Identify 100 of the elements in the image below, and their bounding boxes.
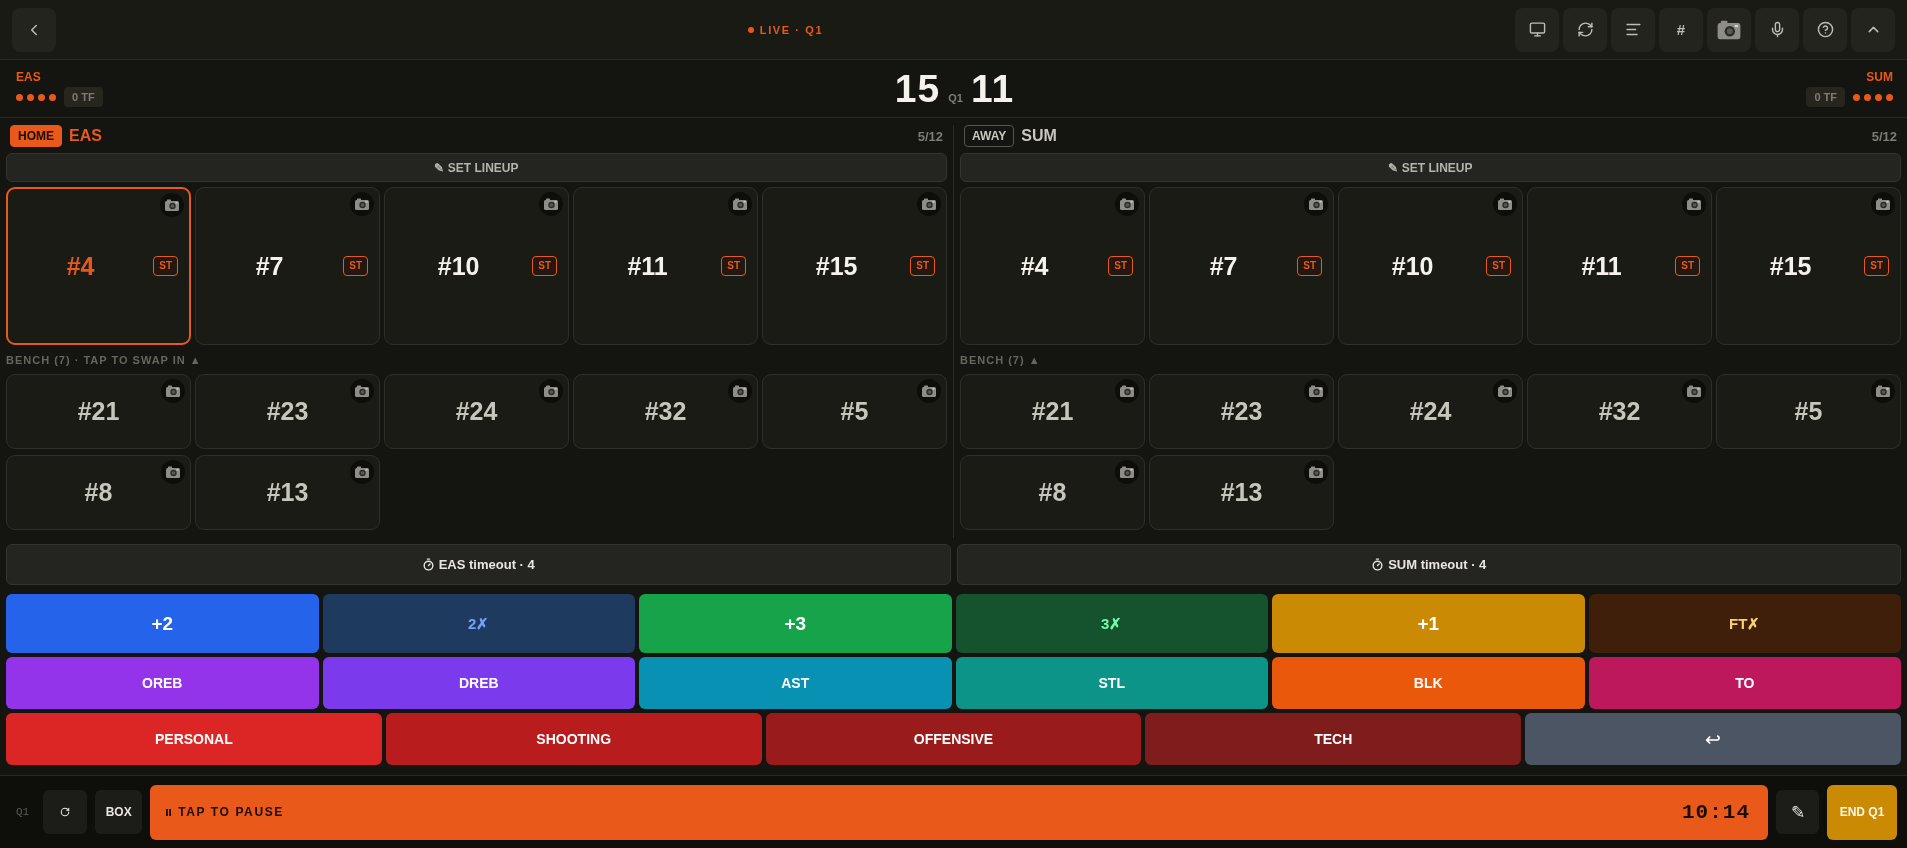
- timeout-button[interactable]: SUM timeout · 4: [956, 544, 1901, 585]
- camera-icon[interactable]: [728, 379, 752, 403]
- camera-icon[interactable]: [161, 379, 185, 403]
- stat-button[interactable]: DREB: [322, 657, 635, 709]
- camera-icon[interactable]: [917, 192, 941, 216]
- camera-icon[interactable]: [1304, 379, 1328, 403]
- camera-icon[interactable]: [917, 379, 941, 403]
- starter-tag: ST: [1486, 256, 1511, 276]
- undo-button[interactable]: ↩: [1525, 713, 1901, 765]
- starter-tag: ST: [1297, 256, 1322, 276]
- starter-tag: ST: [1675, 256, 1700, 276]
- set-lineup-button[interactable]: ✎ SET LINEUP: [6, 153, 947, 182]
- pause-icon: [166, 808, 172, 816]
- game-clock: 10:14: [1682, 800, 1750, 824]
- bench-player-tile[interactable]: #8: [960, 455, 1145, 530]
- foul-button[interactable]: SHOOTING: [385, 713, 762, 765]
- help-button[interactable]: [1803, 7, 1847, 52]
- bench-player-tile[interactable]: #21: [960, 374, 1145, 449]
- bench-player-tile[interactable]: #23: [195, 374, 380, 449]
- number-button[interactable]: #: [1659, 7, 1703, 52]
- player-tile[interactable]: #4 ST: [6, 187, 191, 345]
- bench-player-tile[interactable]: #23: [1149, 374, 1334, 449]
- bench-player-tile[interactable]: #21: [6, 374, 191, 449]
- camera-icon[interactable]: [1493, 192, 1517, 216]
- camera-icon[interactable]: [1871, 379, 1895, 403]
- stat-button[interactable]: STL: [955, 657, 1268, 709]
- lines-icon: [1624, 21, 1642, 38]
- sync-button[interactable]: [1563, 7, 1607, 52]
- player-tile[interactable]: #11 ST: [1527, 187, 1712, 345]
- starter-tag: ST: [532, 256, 557, 276]
- period-label: Q1: [16, 806, 30, 818]
- stopwatch-icon: [421, 558, 435, 571]
- player-tile[interactable]: #11 ST: [573, 187, 758, 345]
- camera-icon[interactable]: [1871, 192, 1895, 216]
- camera-icon[interactable]: [1115, 460, 1139, 484]
- camera-button[interactable]: [1707, 7, 1751, 52]
- player-tile[interactable]: #15 ST: [762, 187, 947, 345]
- team-fouls-badge: 0 TF: [64, 87, 103, 107]
- bench-player-tile[interactable]: #24: [1338, 374, 1523, 449]
- camera-icon: [1716, 18, 1742, 41]
- starter-tag: ST: [1864, 256, 1889, 276]
- starter-tag: ST: [1108, 256, 1133, 276]
- camera-icon[interactable]: [160, 193, 184, 217]
- pause-button[interactable]: TAP TO PAUSE 10:14: [150, 784, 1768, 840]
- player-tile[interactable]: #7 ST: [1149, 187, 1334, 345]
- foul-button[interactable]: OFFENSIVE: [765, 713, 1142, 765]
- bench-player-tile[interactable]: #5: [1716, 374, 1901, 449]
- period-label: Q1: [948, 91, 963, 104]
- player-tile[interactable]: #10 ST: [1338, 187, 1523, 345]
- edit-button[interactable]: ✎: [1776, 790, 1819, 834]
- foul-button[interactable]: TECH: [1145, 713, 1522, 765]
- starter-tag: ST: [721, 256, 746, 276]
- miss-button[interactable]: FT✗: [1588, 594, 1901, 653]
- help-icon: [1816, 21, 1834, 38]
- refresh-icon: [1576, 21, 1594, 38]
- score-button[interactable]: +2: [6, 594, 319, 653]
- microphone-button[interactable]: [1755, 7, 1799, 52]
- bench-player-tile[interactable]: #13: [195, 455, 380, 530]
- team-name: SUM: [1866, 70, 1893, 84]
- team-name: EAS: [69, 127, 102, 145]
- bench-player-tile[interactable]: #32: [1527, 374, 1712, 449]
- starter-tag: ST: [343, 256, 368, 276]
- camera-icon[interactable]: [1682, 192, 1706, 216]
- stopwatch-icon: [1371, 558, 1385, 571]
- player-tile[interactable]: #15 ST: [1716, 187, 1901, 345]
- camera-icon[interactable]: [539, 379, 563, 403]
- stat-button[interactable]: OREB: [6, 657, 319, 709]
- bench-player-tile[interactable]: #5: [762, 374, 947, 449]
- team-side-badge: HOME: [10, 125, 62, 147]
- live-status: LIVE · Q1: [759, 23, 824, 36]
- set-lineup-button[interactable]: ✎ SET LINEUP: [960, 153, 1901, 182]
- camera-icon[interactable]: [161, 460, 185, 484]
- camera-icon[interactable]: [350, 192, 374, 216]
- camera-icon[interactable]: [1682, 379, 1706, 403]
- box-score-button[interactable]: BOX: [95, 790, 143, 834]
- display-button[interactable]: [1515, 7, 1559, 52]
- camera-icon[interactable]: [539, 192, 563, 216]
- stat-button[interactable]: TO: [1588, 657, 1901, 709]
- roster-count: 5/12: [917, 128, 943, 144]
- stat-button[interactable]: AST: [639, 657, 952, 709]
- player-tile[interactable]: #10 ST: [384, 187, 569, 345]
- camera-icon[interactable]: [1115, 192, 1139, 216]
- camera-icon[interactable]: [728, 192, 752, 216]
- bench-player-tile[interactable]: #8: [6, 455, 191, 530]
- stat-button[interactable]: BLK: [1272, 657, 1585, 709]
- foul-button[interactable]: PERSONAL: [6, 713, 382, 765]
- miss-button[interactable]: 2✗: [322, 594, 635, 653]
- timeout-button[interactable]: EAS timeout · 4: [6, 544, 951, 585]
- camera-icon[interactable]: [1493, 379, 1517, 403]
- camera-icon[interactable]: [1304, 192, 1328, 216]
- player-tile[interactable]: #4 ST: [960, 187, 1145, 345]
- camera-icon[interactable]: [1115, 379, 1139, 403]
- camera-icon[interactable]: [1304, 460, 1328, 484]
- bench-player-tile[interactable]: #32: [573, 374, 758, 449]
- miss-button[interactable]: 3✗: [955, 594, 1268, 653]
- player-tile[interactable]: #7 ST: [195, 187, 380, 345]
- bench-player-tile[interactable]: #13: [1149, 455, 1334, 530]
- bench-player-tile[interactable]: #24: [384, 374, 569, 449]
- camera-icon[interactable]: [350, 379, 374, 403]
- camera-icon[interactable]: [350, 460, 374, 484]
